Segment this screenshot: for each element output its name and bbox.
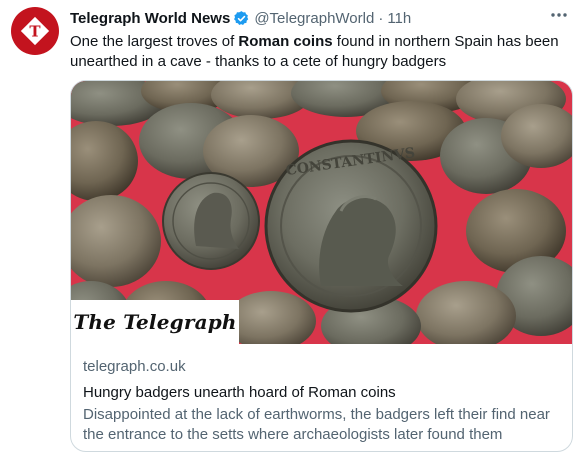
card-domain: telegraph.co.uk [83, 358, 186, 375]
card-title: Hungry badgers unearth hoard of Roman co… [83, 384, 396, 401]
author-handle[interactable]: @TelegraphWorld [254, 10, 374, 27]
more-options-button[interactable] [545, 4, 573, 26]
telegraph-t-logo-icon: T [20, 16, 50, 46]
avatar[interactable]: T [11, 7, 59, 55]
tweet-text: One the largest troves of Roman coins fo… [70, 32, 570, 72]
link-preview-card[interactable]: CONSTANTINVS The Telegraph telegraph.co.… [70, 80, 573, 452]
timestamp[interactable]: 11h [387, 10, 411, 27]
tweet-text-start: One the largest troves of [70, 33, 239, 50]
card-body[interactable]: telegraph.co.uk Hungry badgers unearth h… [83, 357, 560, 445]
telegraph-logo: The Telegraph [71, 300, 239, 344]
svg-text:T: T [29, 23, 41, 41]
tweet-header: Telegraph World News @TelegraphWorld · 1… [70, 8, 573, 28]
verified-badge-icon [234, 10, 249, 25]
card-image[interactable]: CONSTANTINVS The Telegraph [71, 81, 572, 344]
separator-dot: · [378, 9, 384, 27]
more-options-icon [551, 13, 567, 17]
tweet-text-bold: Roman coins [238, 33, 333, 50]
logo-text: The Telegraph [73, 310, 237, 334]
card-description: Disappointed at the lack of earthworms, … [83, 406, 550, 443]
author-name[interactable]: Telegraph World News [70, 10, 230, 27]
